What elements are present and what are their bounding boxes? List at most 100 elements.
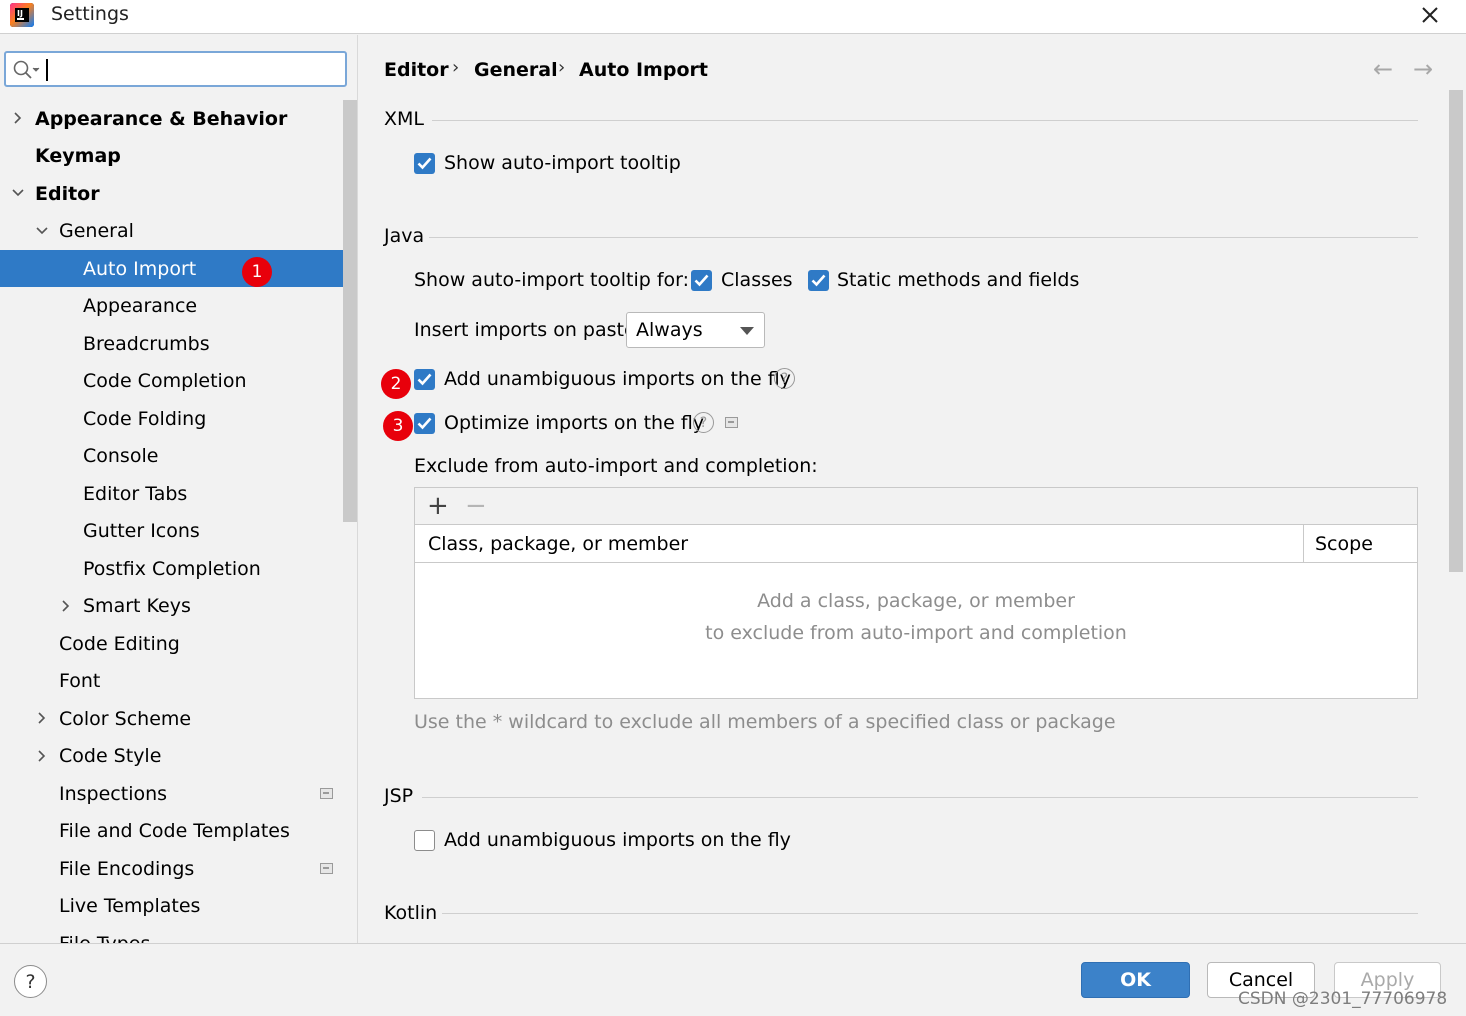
tooltip-for-label: Show auto-import tooltip for: — [414, 269, 690, 291]
sidebar-item-label: Smart Keys — [83, 595, 191, 617]
chevron-down-icon[interactable] — [36, 225, 48, 237]
sidebar-item[interactable]: Inspections — [0, 775, 357, 812]
classes-checkbox[interactable] — [691, 270, 712, 291]
project-scope-icon — [320, 863, 333, 874]
sidebar-item-label: Editor Tabs — [83, 482, 188, 505]
classes-label[interactable]: Classes — [721, 269, 793, 291]
sidebar-item[interactable]: Appearance — [0, 288, 357, 325]
watermark: CSDN @2301_77706978 — [1238, 989, 1448, 1009]
chevron-down-icon — [740, 327, 754, 335]
chevron-down-icon[interactable] — [12, 187, 24, 199]
exclude-label: Exclude from auto-import and completion: — [414, 455, 818, 477]
sidebar-item-label: General — [59, 220, 134, 242]
sidebar-item[interactable]: Auto Import 1 — [0, 250, 357, 287]
sidebar-item[interactable]: Live Templates — [0, 888, 357, 925]
annotation-badge: 2 — [381, 369, 411, 399]
column-header-class[interactable]: Class, package, or member — [428, 533, 688, 555]
jsp-add-unambiguous-checkbox[interactable] — [414, 830, 435, 851]
chevron-right-icon[interactable] — [12, 112, 24, 124]
sidebar-item-label: Code Editing — [59, 632, 180, 655]
sidebar-item-label: File Types — [59, 933, 150, 944]
wildcard-hint: Use the * wildcard to exclude all member… — [414, 711, 1116, 733]
sidebar-item-label: Live Templates — [59, 895, 201, 917]
xml-show-tooltip-label[interactable]: Show auto-import tooltip — [444, 152, 681, 174]
sidebar-item[interactable]: Editor — [0, 175, 357, 212]
jsp-add-unambiguous-label[interactable]: Add unambiguous imports on the fly — [444, 829, 791, 851]
static-methods-label[interactable]: Static methods and fields — [837, 269, 1079, 291]
add-icon[interactable]: + — [427, 491, 449, 521]
sidebar-item[interactable]: Font — [0, 663, 357, 700]
sidebar-item[interactable]: File and Code Templates — [0, 813, 357, 850]
settings-sidebar: Appearance & Behavior Keymap Editor General… — [0, 35, 358, 943]
sidebar-item[interactable]: Postfix Completion — [0, 550, 357, 587]
content-scrollbar[interactable] — [1449, 90, 1463, 572]
sidebar-item[interactable]: Code Folding — [0, 400, 357, 437]
column-divider[interactable] — [1303, 525, 1304, 562]
help-icon[interactable]: ? — [774, 368, 795, 389]
section-title-java: Java — [384, 225, 425, 247]
column-header-scope[interactable]: Scope — [1315, 533, 1373, 555]
sidebar-item-label: Code Folding — [83, 407, 207, 430]
xml-show-tooltip-checkbox[interactable] — [414, 153, 435, 174]
help-button[interactable]: ? — [14, 965, 47, 998]
search-input[interactable] — [4, 51, 347, 87]
static-methods-checkbox[interactable] — [808, 270, 829, 291]
sidebar-item-label: Font — [59, 670, 101, 692]
sidebar-item-label: Code Completion — [83, 370, 247, 392]
sidebar-item-label: Color Scheme — [59, 707, 192, 730]
sidebar-item[interactable]: Editor Tabs — [0, 475, 357, 512]
breadcrumb-separator: › — [558, 57, 566, 78]
settings-content: Editor › General › Auto Import ← → XML S… — [359, 35, 1449, 943]
sidebar-item[interactable]: Appearance & Behavior — [0, 100, 357, 137]
dialog-button-bar: ? OK Cancel Apply CSDN @2301_77706978 — [0, 943, 1466, 1016]
sidebar-item[interactable]: Keymap — [0, 138, 357, 175]
section-title-jsp: JSP — [384, 785, 414, 807]
ok-button[interactable]: OK — [1081, 962, 1190, 998]
section-divider — [422, 797, 1418, 798]
chevron-right-icon[interactable] — [60, 599, 72, 612]
window-title: Settings — [51, 3, 129, 25]
sidebar-item-label: Code Style — [59, 745, 162, 767]
sidebar-item[interactable]: Code Style — [0, 738, 357, 775]
sidebar-item[interactable]: File Types — [0, 925, 357, 944]
insert-imports-select[interactable]: Always — [626, 312, 765, 348]
intellij-logo-icon: IJ — [10, 3, 34, 27]
help-icon[interactable]: ? — [693, 412, 714, 433]
sidebar-item-label: Console — [83, 445, 159, 467]
section-title-xml: XML — [384, 108, 424, 130]
close-button[interactable] — [1410, 0, 1450, 30]
project-scope-icon — [725, 417, 738, 428]
breadcrumb-general[interactable]: General — [474, 59, 558, 81]
sidebar-item[interactable]: Color Scheme — [0, 700, 357, 737]
section-divider — [429, 237, 1418, 238]
forward-arrow-icon[interactable]: → — [1413, 55, 1433, 83]
sidebar-scrollbar[interactable] — [343, 100, 357, 522]
chevron-right-icon[interactable] — [36, 712, 48, 724]
optimize-imports-checkbox[interactable] — [414, 413, 435, 434]
back-arrow-icon[interactable]: ← — [1373, 55, 1393, 83]
java-add-unambiguous-label[interactable]: Add unambiguous imports on the fly — [444, 368, 791, 390]
optimize-imports-label[interactable]: Optimize imports on the fly — [444, 412, 704, 434]
exclude-toolbar: + − — [415, 488, 1417, 525]
project-scope-icon — [320, 788, 333, 799]
breadcrumb-editor[interactable]: Editor — [384, 59, 449, 81]
remove-icon[interactable]: − — [465, 491, 487, 521]
sidebar-item[interactable]: Gutter Icons — [0, 513, 357, 550]
chevron-right-icon[interactable] — [36, 749, 48, 762]
sidebar-item[interactable]: Code Completion — [0, 363, 357, 400]
sidebar-item[interactable]: Breadcrumbs — [0, 325, 357, 362]
annotation-badge: 1 — [242, 257, 272, 287]
title-bar: IJ Settings — [0, 0, 1466, 34]
sidebar-item-label: Postfix Completion — [83, 557, 261, 580]
java-add-unambiguous-checkbox[interactable] — [414, 369, 435, 390]
close-icon — [1422, 7, 1438, 23]
insert-imports-value: Always — [636, 319, 703, 341]
sidebar-item-label: Appearance & Behavior — [35, 107, 288, 130]
insert-imports-label: Insert imports on paste: — [414, 319, 643, 341]
sidebar-item[interactable]: Smart Keys — [0, 588, 357, 625]
sidebar-item[interactable]: File Encodings — [0, 850, 357, 887]
sidebar-item[interactable]: General — [0, 213, 357, 250]
sidebar-item[interactable]: Code Editing — [0, 625, 357, 662]
sidebar-item[interactable]: Console — [0, 438, 357, 475]
section-divider — [432, 120, 1418, 121]
